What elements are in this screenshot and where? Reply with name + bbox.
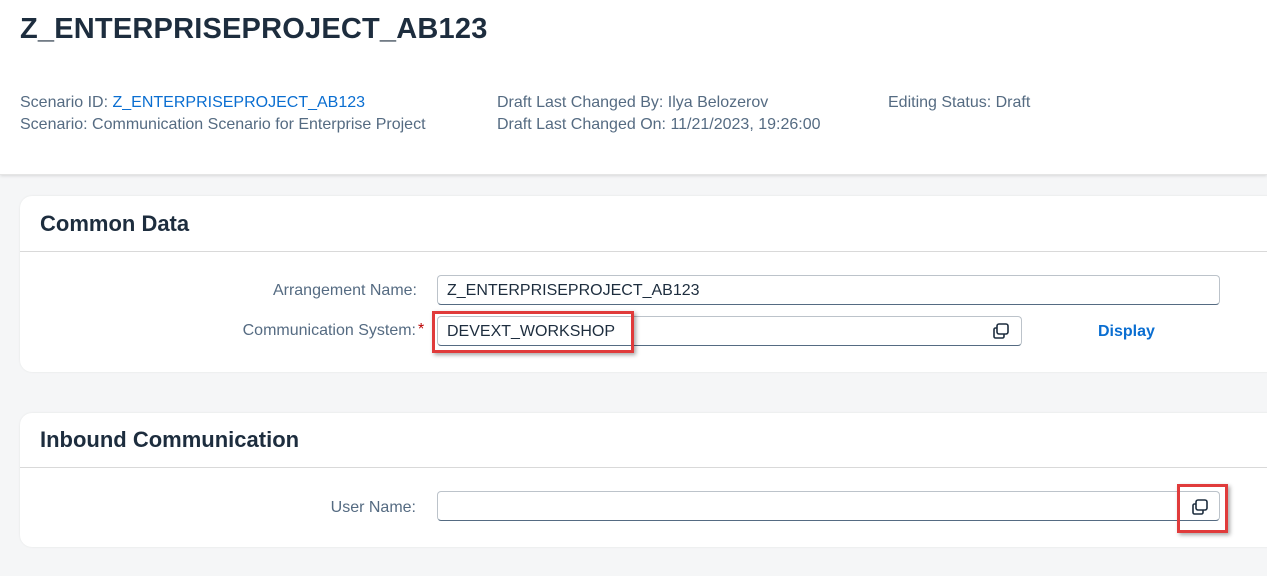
header-meta-draft: Draft Last Changed By: Ilya Belozerov Dr… [497, 92, 821, 136]
section-divider [20, 251, 1267, 252]
editing-status-label: Editing Status: [888, 94, 992, 111]
highlight-box-value-help [1177, 484, 1228, 533]
changed-by-label: Draft Last Changed By: [497, 94, 664, 111]
required-marker: * [418, 321, 425, 338]
highlight-box-communication-system [432, 311, 634, 353]
object-page-header: Z_ENTERPRISEPROJECT_AB123 Scenario ID: Z… [0, 0, 1267, 175]
user-name-label: User Name: [330, 499, 416, 516]
arrangement-name-input[interactable]: Z_ENTERPRISEPROJECT_AB123 [437, 275, 1220, 305]
header-meta-status: Editing Status: Draft [888, 92, 1030, 114]
display-link[interactable]: Display [1098, 323, 1155, 341]
user-name-input[interactable] [437, 491, 1220, 521]
scenario-value: Communication Scenario for Enterprise Pr… [92, 116, 426, 133]
value-help-icon[interactable] [991, 321, 1011, 341]
scenario-id-label: Scenario ID: [20, 94, 109, 111]
common-data-title: Common Data [40, 211, 190, 236]
changed-by-value: Ilya Belozerov [667, 94, 769, 111]
header-meta-scenario: Scenario ID: Z_ENTERPRISEPROJECT_AB123 S… [20, 92, 426, 136]
page-title: Z_ENTERPRISEPROJECT_AB123 [20, 13, 488, 45]
editing-status-value: Draft [995, 94, 1031, 111]
inbound-communication-title: Inbound Communication [40, 427, 300, 452]
common-data-section: Common Data Arrangement Name: Z_ENTERPRI… [20, 196, 1267, 372]
arrangement-name-label: Arrangement Name: [272, 282, 417, 299]
section-divider [20, 467, 1267, 468]
scenario-id-link[interactable]: Z_ENTERPRISEPROJECT_AB123 [113, 94, 366, 111]
communication-system-label: Communication System: [242, 322, 416, 339]
changed-on-label: Draft Last Changed On: [497, 116, 666, 133]
scenario-label: Scenario: [20, 116, 88, 133]
changed-on-value: 11/21/2023, 19:26:00 [670, 116, 821, 133]
inbound-communication-section: Inbound Communication User Name: [20, 413, 1267, 547]
